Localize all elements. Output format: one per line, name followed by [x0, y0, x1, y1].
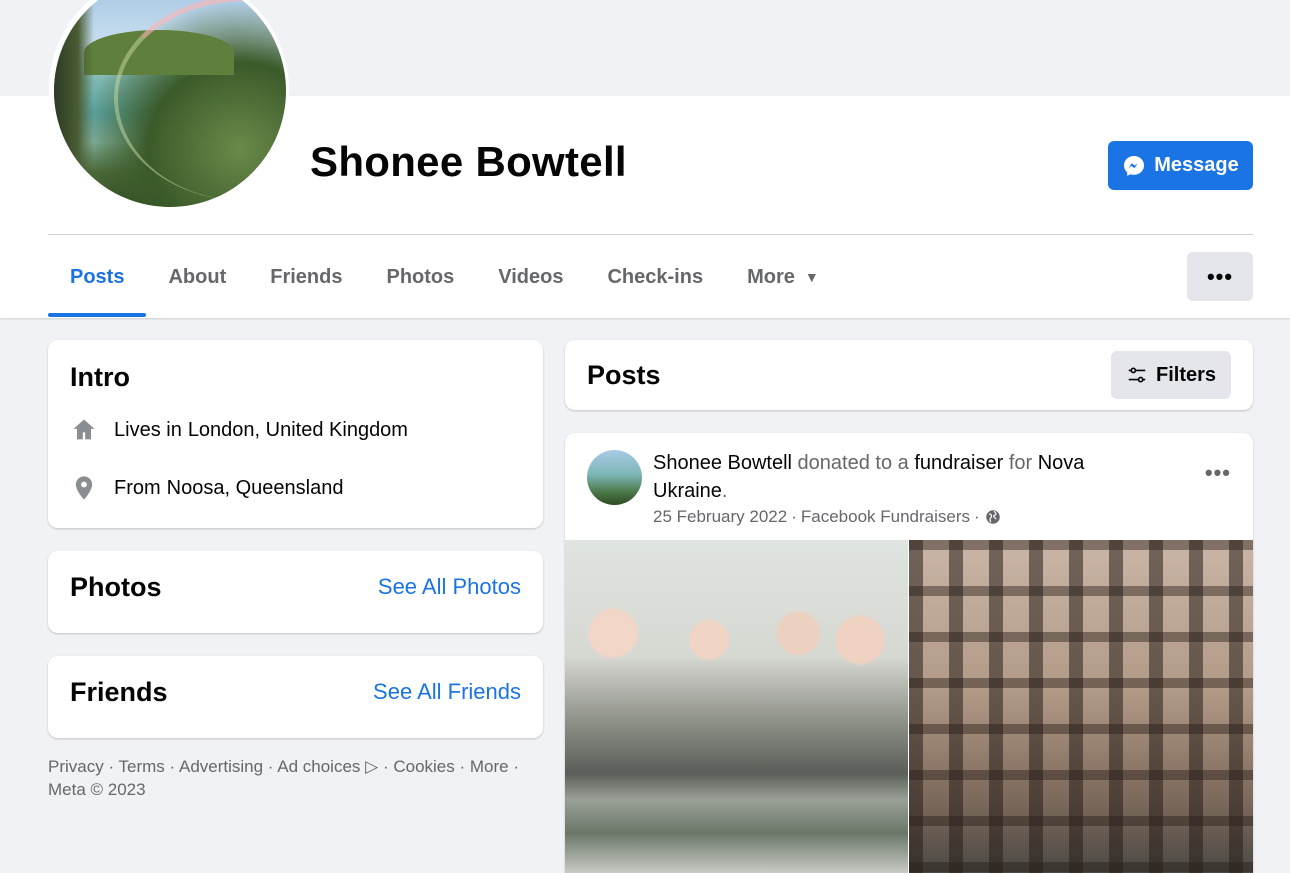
friends-card: Friends See All Friends	[48, 656, 543, 738]
post-author-avatar[interactable]	[587, 450, 642, 505]
tab-more[interactable]: More ▼	[725, 252, 841, 302]
post-card: Shonee Bowtell donated to a fundraiser f…	[565, 433, 1253, 873]
tab-more-label: More	[747, 265, 795, 288]
tab-check-ins[interactable]: Check-ins	[585, 252, 725, 302]
footer-links-text-2[interactable]: · Cookies · More ·	[383, 757, 519, 776]
more-dots-button[interactable]: •••	[1187, 252, 1253, 301]
filters-button[interactable]: Filters	[1111, 351, 1231, 399]
lives-value[interactable]: London, United Kingdom	[188, 419, 408, 442]
lives-prefix: Lives in	[114, 418, 182, 441]
see-all-friends-link[interactable]: See All Friends	[373, 679, 521, 705]
post-author[interactable]: Shonee Bowtell	[653, 452, 792, 474]
post-end: .	[721, 480, 728, 502]
tab-videos[interactable]: Videos	[476, 252, 585, 302]
post-image-building[interactable]	[909, 540, 1253, 873]
location-pin-icon	[70, 474, 98, 502]
avatar-tree	[54, 0, 94, 207]
footer-links-text[interactable]: Privacy · Terms · Advertising · Ad choic…	[48, 757, 360, 776]
message-button[interactable]: Message	[1108, 141, 1253, 190]
footer-links: Privacy · Terms · Advertising · Ad choic…	[48, 755, 543, 801]
post-options-icon[interactable]: •••	[1205, 460, 1231, 486]
profile-name: Shonee Bowtell	[310, 138, 627, 185]
post-action-1: donated to a	[797, 452, 909, 474]
globe-icon	[985, 510, 1000, 524]
tab-friends[interactable]: Friends	[248, 252, 364, 302]
photos-card: Photos See All Photos	[48, 551, 543, 633]
posts-header-card: Posts Filters	[565, 340, 1253, 410]
post-action-2: for	[1008, 452, 1033, 474]
tab-photos[interactable]: Photos	[364, 252, 476, 302]
messenger-icon	[1124, 155, 1145, 176]
post-image-children[interactable]	[565, 540, 908, 873]
intro-title: Intro	[70, 362, 130, 392]
from-value[interactable]: Noosa, Queensland	[167, 477, 344, 500]
see-all-photos-link[interactable]: See All Photos	[378, 574, 521, 600]
filters-icon	[1128, 367, 1146, 383]
post-date[interactable]: 25 February 2022	[653, 507, 787, 527]
message-label: Message	[1154, 154, 1239, 176]
from-prefix: From	[114, 476, 161, 499]
post-source[interactable]: Facebook Fundraisers	[801, 507, 970, 527]
post-meta: 25 February 2022 · Facebook Fundraisers …	[653, 507, 1002, 527]
footer-copyright: Meta © 2023	[48, 780, 146, 799]
intro-lives-in: Lives in London, United Kingdom	[70, 416, 408, 444]
header-divider	[48, 234, 1253, 235]
profile-avatar[interactable]	[54, 0, 286, 207]
friends-title: Friends	[70, 677, 168, 707]
ad-choices-icon: ▷	[365, 757, 379, 776]
photos-title: Photos	[70, 572, 162, 602]
meta-sep-1: ·	[791, 507, 797, 526]
tab-posts[interactable]: Posts	[48, 252, 147, 317]
caret-down-icon: ▼	[804, 269, 819, 285]
home-icon	[70, 416, 98, 444]
meta-sep-2: ·	[974, 507, 980, 526]
post-header-text: Shonee Bowtell donated to a fundraiser f…	[653, 449, 1133, 505]
posts-title: Posts	[587, 360, 661, 390]
intro-card: Intro Lives in London, United Kingdom Fr…	[48, 340, 543, 528]
filters-label: Filters	[1155, 363, 1217, 386]
intro-from: From Noosa, Queensland	[70, 474, 343, 502]
post-link-fundraiser[interactable]: fundraiser	[914, 452, 1003, 474]
profile-tabs: Posts About Friends Photos Videos Check-…	[48, 252, 841, 318]
more-dots-icon: •••	[1206, 263, 1234, 289]
tab-about[interactable]: About	[146, 252, 248, 302]
